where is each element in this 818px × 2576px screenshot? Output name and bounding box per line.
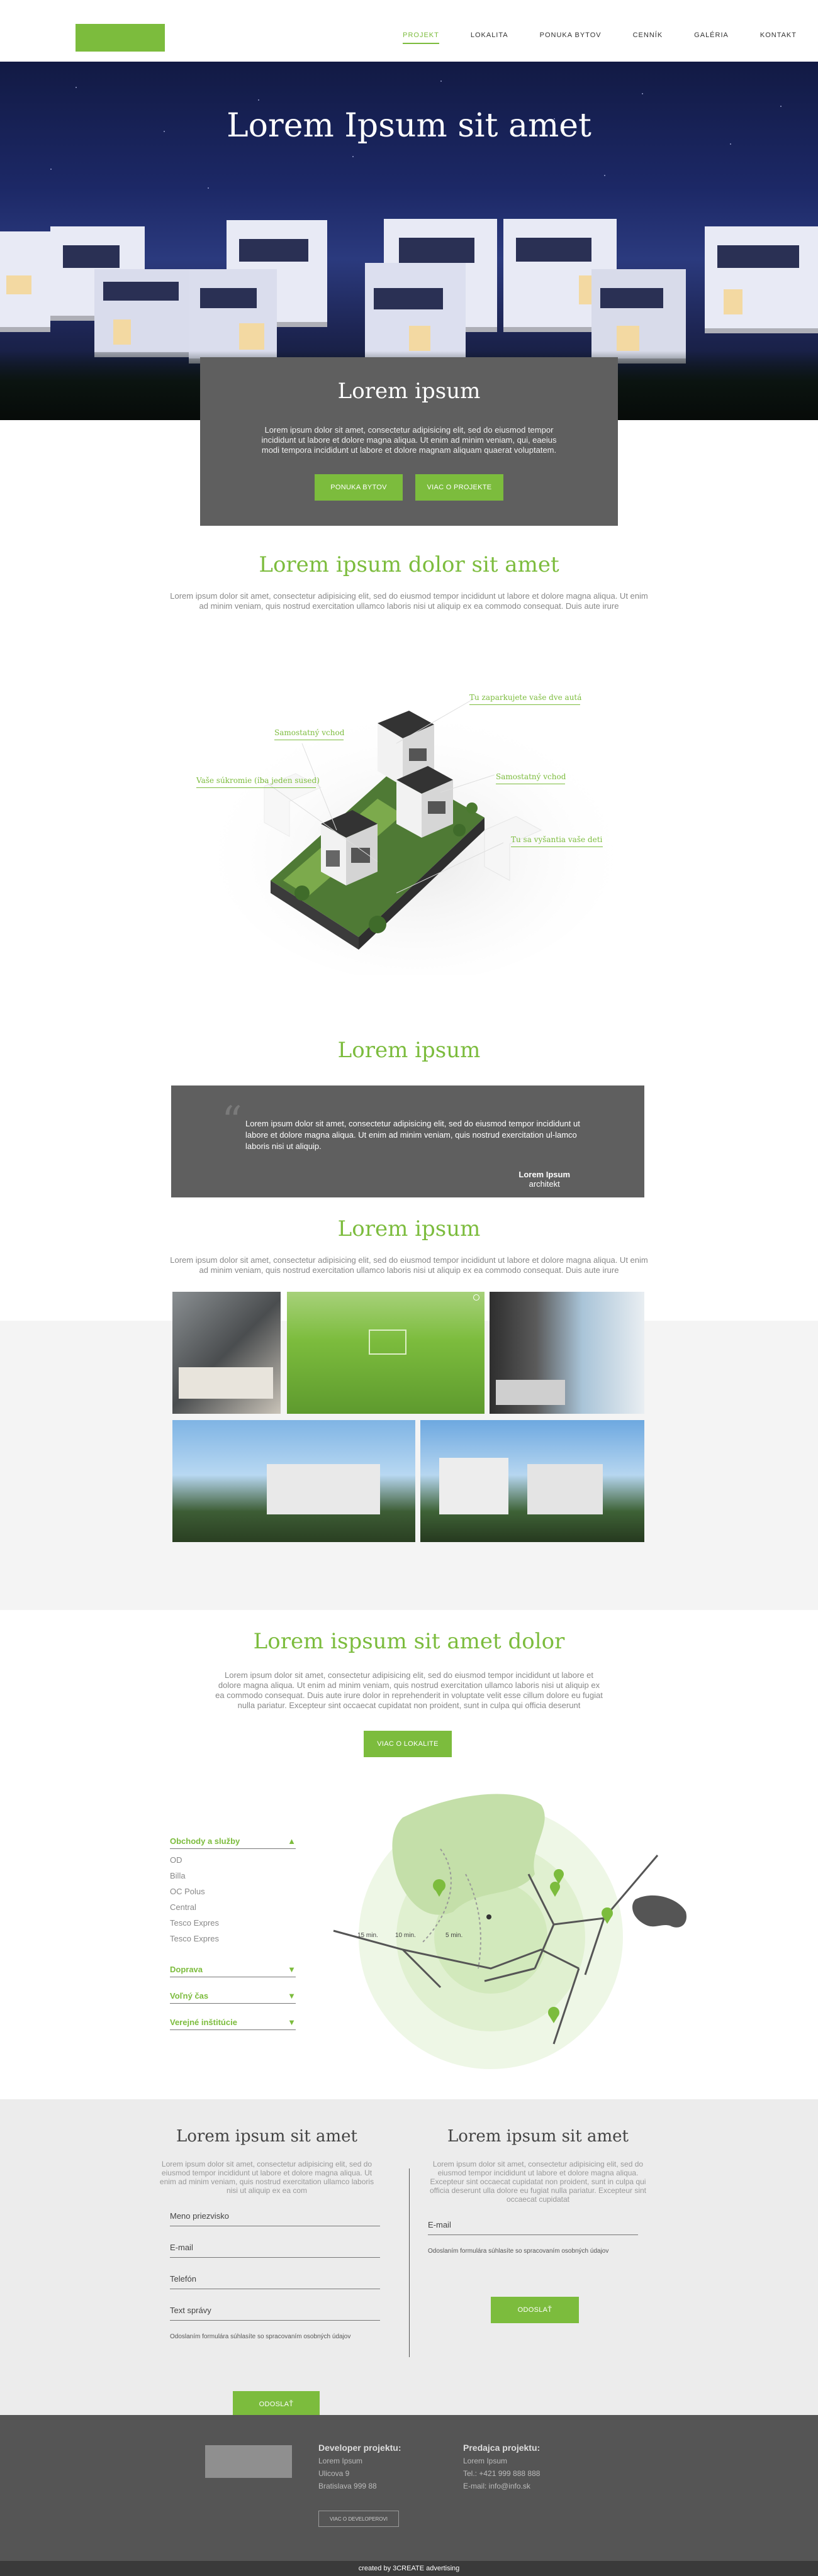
contact-right-title: Lorem ipsum sit amet	[447, 2127, 629, 2146]
nav-cennik[interactable]: CENNÍK	[633, 31, 663, 44]
quote-text: Lorem ipsum dolor sit amet, consectetur …	[245, 1119, 580, 1151]
category-doprava[interactable]: Doprava ▼	[170, 1965, 296, 1977]
name-field[interactable]: Meno priezvisko	[170, 2211, 380, 2226]
amenity-item[interactable]: Tesco Expres	[170, 1934, 296, 1943]
gallery-image-interior[interactable]	[172, 1292, 281, 1414]
map-label-5min: 5 min.	[445, 1932, 462, 1939]
intro-text: Lorem ipsum dolor sit amet, consectetur …	[261, 425, 557, 455]
left-submit-button[interactable]: ODOSLAŤ	[233, 2391, 320, 2418]
gallery-section-text: Lorem ipsum dolor sit amet, consectetur …	[170, 1255, 648, 1275]
amenity-item[interactable]: Central	[170, 1902, 296, 1912]
sales-name: Lorem Ipsum	[463, 2457, 508, 2465]
amenity-item[interactable]: OC Polus	[170, 1887, 296, 1896]
nav-projekt[interactable]: PROJEKT	[403, 31, 439, 44]
location-map-drawing: 15 min. 10 min. 5 min.	[333, 1794, 686, 2069]
location-map[interactable]: 15 min. 10 min. 5 min.	[327, 1780, 705, 2082]
location-section-title: Lorem ispsum sit amet dolor	[253, 1629, 565, 1654]
message-field[interactable]: Text správy	[170, 2306, 380, 2321]
footer-logo[interactable]	[205, 2445, 292, 2478]
sales-phone[interactable]: Tel.: +421 999 888 888	[463, 2469, 540, 2478]
quote-box: “ Lorem ipsum dolor sit amet, consectetu…	[171, 1085, 644, 1197]
developer-city: Bratislava 999 88	[318, 2482, 377, 2490]
quote-author-role: architekt	[529, 1179, 560, 1189]
intro-box: Lorem ipsum Lorem ipsum dolor sit amet, …	[200, 357, 618, 526]
quote-section-title: Lorem ipsum	[337, 1038, 481, 1063]
contact-section: Lorem ipsum sit amet Lorem ipsum dolor s…	[0, 2099, 818, 2418]
label-entrance-2: Samostatný vchod	[496, 772, 566, 781]
gallery-image-bedroom[interactable]	[490, 1292, 644, 1414]
contact-left-text: Lorem ipsum dolor sit amet, consectetur …	[159, 2160, 374, 2195]
isometric-illustration: Tu zaparkujete vaše dve autá Samostatný …	[189, 673, 629, 981]
sales-email[interactable]: E-mail: info@info.sk	[463, 2482, 540, 2490]
category-verejne-institucie[interactable]: Verejné inštitúcie ▼	[170, 2018, 296, 2030]
email-field[interactable]: E-mail	[170, 2243, 380, 2258]
amenities-list: Obchody a služby ▲ OD Billa OC Polus Cent…	[170, 1836, 296, 2030]
viac-o-lokalite-button[interactable]: VIAC O LOKALITE	[364, 1731, 452, 1757]
chevron-down-icon: ▼	[288, 2018, 296, 2027]
email-field-right[interactable]: E-mail	[428, 2220, 638, 2235]
site-logo[interactable]	[76, 24, 165, 52]
intro-title: Lorem ipsum	[337, 379, 481, 404]
chevron-down-icon: ▼	[288, 1965, 296, 1974]
nav-ponuka-bytov[interactable]: PONUKA BYTOV	[540, 31, 602, 44]
consent-note: Odoslaním formulára súhlasíte so spracov…	[170, 2333, 351, 2340]
contact-form-right: Lorem ipsum sit amet Lorem ipsum dolor s…	[428, 2127, 648, 2323]
amenity-item[interactable]: Billa	[170, 1871, 296, 1880]
developer-title: Developer projektu:	[318, 2443, 401, 2453]
label-privacy: Vaše súkromie (iba jeden sused)	[196, 776, 320, 785]
gallery-image-exterior-2[interactable]	[420, 1420, 644, 1542]
map-label-15min: 15 min.	[357, 1932, 378, 1939]
label-entrance-1: Samostatný vchod	[274, 728, 345, 737]
contact-form-left: Lorem ipsum sit amet Lorem ipsum dolor s…	[154, 2127, 380, 2418]
nav-lokalita[interactable]: LOKALITA	[471, 31, 508, 44]
isometric-houses-drawing	[214, 697, 617, 981]
category-obchody[interactable]: Obchody a služby ▲	[170, 1836, 296, 1849]
main-nav: PROJEKT LOKALITA PONUKA BYTOV CENNÍK GAL…	[371, 31, 797, 44]
gallery-image-exterior-1[interactable]	[172, 1420, 415, 1542]
viac-o-projekte-button[interactable]: VIAC O PROJEKTE	[415, 474, 503, 501]
site-header: PROJEKT LOKALITA PONUKA BYTOV CENNÍK GAL…	[0, 0, 818, 62]
label-parking: Tu zaparkujete vaše dve autá	[469, 693, 582, 702]
chevron-up-icon: ▲	[288, 1836, 296, 1846]
label-kids: Tu sa vyšantia vaše deti	[511, 835, 603, 844]
ponuka-bytov-button[interactable]: PONUKA BYTOV	[315, 474, 403, 501]
contact-divider	[409, 2168, 410, 2357]
hero-title: Lorem Ipsum sit amet	[227, 107, 591, 145]
sales-title: Predajca projektu:	[463, 2443, 541, 2453]
phone-field[interactable]: Telefón	[170, 2274, 380, 2289]
map-label-10min: 10 min.	[395, 1932, 416, 1939]
gallery-image-garden[interactable]	[287, 1292, 485, 1414]
right-submit-button[interactable]: ODOSLAŤ	[491, 2297, 579, 2323]
chevron-down-icon: ▼	[288, 1991, 296, 2001]
section1-title: Lorem ipsum dolor sit amet	[259, 552, 559, 577]
section1-text: Lorem ipsum dolor sit amet, consectetur …	[170, 591, 648, 611]
credits-bar: created by 3CREATE advertising	[0, 2561, 818, 2576]
contact-left-title: Lorem ipsum sit amet	[176, 2127, 357, 2146]
amenity-item[interactable]: OD	[170, 1855, 296, 1865]
developer-info: Developer projektu: Lorem Ipsum Ulicova …	[318, 2443, 401, 2490]
contact-right-text: Lorem ipsum dolor sit amet, consectetur …	[430, 2160, 646, 2204]
amenity-item[interactable]: Tesco Expres	[170, 1918, 296, 1928]
sales-info: Predajca projektu: Lorem Ipsum Tel.: +42…	[463, 2443, 540, 2490]
nav-kontakt[interactable]: KONTAKT	[760, 31, 797, 44]
category-volny-cas[interactable]: Voľný čas ▼	[170, 1991, 296, 2004]
location-section-text: Lorem ipsum dolor sit amet, consectetur …	[215, 1670, 603, 1710]
nav-galeria[interactable]: GALÉRIA	[694, 31, 729, 44]
gallery-section-title: Lorem ipsum	[337, 1216, 481, 1241]
site-footer: Developer projektu: Lorem Ipsum Ulicova …	[0, 2415, 818, 2561]
developer-street: Ulicova 9	[318, 2469, 350, 2478]
quote-mark-icon: “	[221, 1098, 242, 1145]
consent-note-right: Odoslaním formulára súhlasíte so spracov…	[428, 2248, 609, 2255]
quote-author-name: Lorem Ipsum	[518, 1170, 570, 1179]
developer-name: Lorem Ipsum	[318, 2457, 363, 2465]
viac-o-developerovi-button[interactable]: VIAC O DEVELOPEROVI	[318, 2511, 399, 2527]
